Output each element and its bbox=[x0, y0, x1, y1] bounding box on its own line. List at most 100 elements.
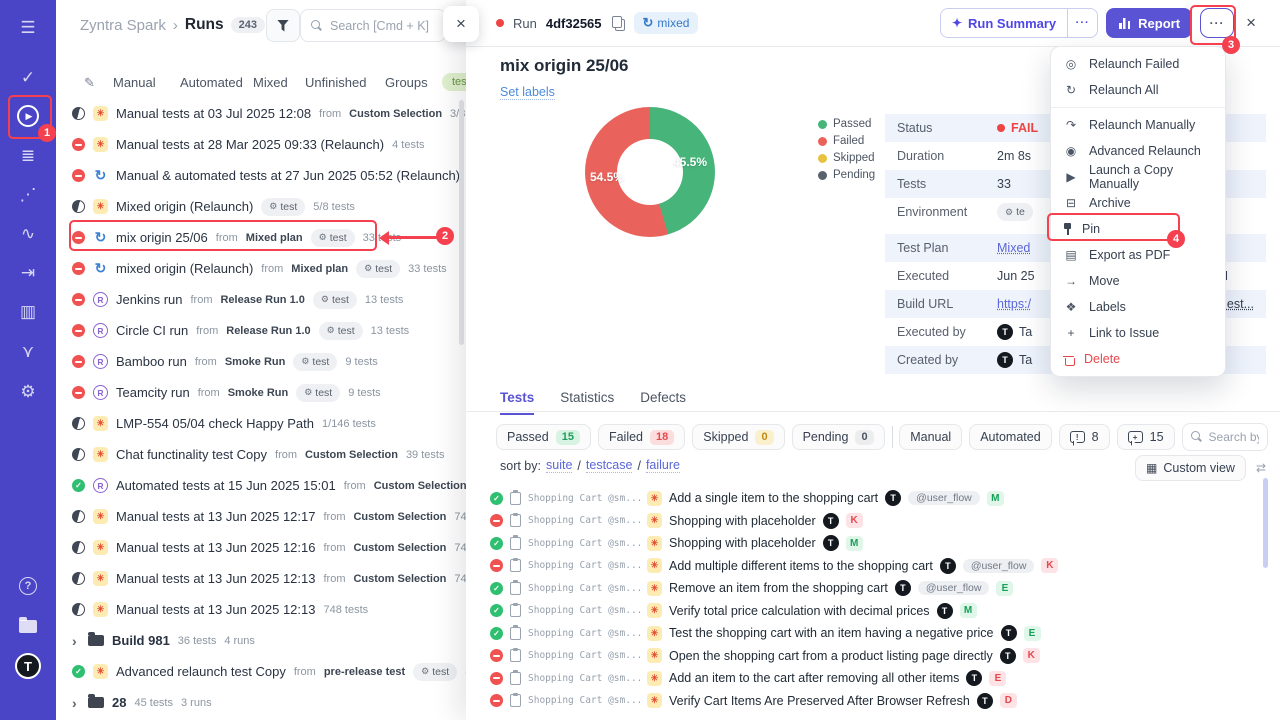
info-link[interactable]: https:/ bbox=[997, 297, 1031, 311]
menu-item-delete[interactable]: Delete bbox=[1051, 346, 1225, 372]
filter-manual[interactable]: Manual bbox=[899, 424, 962, 450]
run-row[interactable]: Circle CI runfromRelease Run 1.0test13 t… bbox=[56, 315, 476, 346]
run-row[interactable]: Advanced relaunch test Copyfrompre-relea… bbox=[56, 656, 476, 687]
filter-skipped[interactable]: Skipped0 bbox=[692, 424, 784, 450]
run-row[interactable]: Manual tests at 13 Jun 2025 12:13748 tes… bbox=[56, 594, 476, 625]
run-row[interactable]: Chat functinality test CopyfromCustom Se… bbox=[56, 439, 476, 470]
spark-icon bbox=[647, 693, 662, 708]
run-group-row[interactable]: ›2845 tests3 runs bbox=[56, 687, 476, 718]
run-row[interactable]: Jenkins runfromRelease Run 1.0test13 tes… bbox=[56, 284, 476, 315]
runs-play-icon[interactable]: ▶ bbox=[14, 102, 42, 130]
run-row[interactable]: Teamcity runfromSmoke Runtest9 tests bbox=[56, 377, 476, 408]
test-row[interactable]: Shopping Cart @sm...Add a single item to… bbox=[466, 487, 1266, 510]
run-row[interactable]: LMP-554 05/04 check Happy Path1/146 test… bbox=[56, 408, 476, 439]
menu-item-advanced-relaunch[interactable]: ◉Advanced Relaunch bbox=[1051, 138, 1225, 164]
filter-failed[interactable]: Failed18 bbox=[598, 424, 685, 450]
runs-search-input[interactable] bbox=[330, 19, 435, 33]
close-detail-icon[interactable]: × bbox=[1246, 13, 1256, 33]
projects-folder-icon[interactable] bbox=[14, 612, 42, 640]
custom-view-button[interactable]: ▦ Custom view bbox=[1135, 455, 1246, 481]
test-row[interactable]: Shopping Cart @sm...Verify total price c… bbox=[466, 600, 1266, 623]
menu-item-export-as-pdf[interactable]: ▤Export as PDF bbox=[1051, 242, 1225, 268]
runs-tab-mixed[interactable]: Mixed bbox=[253, 75, 288, 90]
check-icon[interactable]: ✓ bbox=[14, 64, 42, 92]
run-row[interactable]: Mixed origin (Relaunch)test5/8 tests bbox=[56, 191, 476, 222]
run-title: mixed origin (Relaunch) bbox=[116, 261, 253, 276]
runs-tab-automated[interactable]: Automated bbox=[180, 75, 243, 90]
runs-tab-unfinished[interactable]: Unfinished bbox=[305, 75, 366, 90]
info-value-end[interactable]: est... bbox=[1227, 297, 1254, 311]
menu-item-move[interactable]: →Move bbox=[1051, 268, 1225, 294]
checklist-icon[interactable]: ≣ bbox=[14, 142, 42, 170]
sort-link-failure[interactable]: failure bbox=[646, 458, 680, 473]
pulse-icon[interactable]: ∿ bbox=[14, 220, 42, 248]
status-passed-icon bbox=[490, 627, 503, 640]
filter-automated[interactable]: Automated bbox=[969, 424, 1051, 450]
test-row[interactable]: Shopping Cart @sm...Shopping with placeh… bbox=[466, 532, 1266, 555]
menu-item-labels[interactable]: ❖Labels bbox=[1051, 294, 1225, 320]
run-row[interactable]: Manual tests at 13 Jun 2025 12:13fromCus… bbox=[56, 563, 476, 594]
runs-scrollbar[interactable] bbox=[459, 100, 464, 345]
report-button[interactable]: Report bbox=[1106, 8, 1192, 38]
menu-item-relaunch-failed[interactable]: ◎Relaunch Failed bbox=[1051, 51, 1225, 77]
test-row[interactable]: Shopping Cart @sm...Test the shopping ca… bbox=[466, 622, 1266, 645]
test-row[interactable]: Shopping Cart @sm...Verify Cart Items Ar… bbox=[466, 690, 1266, 713]
run-row[interactable]: Manual tests at 13 Jun 2025 12:16fromCus… bbox=[56, 532, 476, 563]
run-row[interactable]: Manual tests at 03 Jul 2025 12:08fromCus… bbox=[56, 98, 476, 129]
filter-comment-plus[interactable]: +15 bbox=[1117, 424, 1175, 450]
branch-icon[interactable]: ⋎ bbox=[14, 338, 42, 366]
settings-gear-icon[interactable]: ⚙ bbox=[14, 378, 42, 406]
run-row[interactable]: Manual & automated tests at 27 Jun 2025 … bbox=[56, 160, 476, 191]
legend-dot-icon bbox=[818, 154, 827, 163]
filter-passed[interactable]: Passed15 bbox=[496, 424, 591, 450]
menu-item-relaunch-manually[interactable]: ↷Relaunch Manually bbox=[1051, 112, 1225, 138]
edit-icon[interactable]: ✎ bbox=[84, 75, 95, 91]
tests-scrollbar[interactable] bbox=[1263, 478, 1268, 568]
help-icon[interactable]: ? bbox=[14, 572, 42, 600]
from-label: from bbox=[195, 356, 217, 368]
menu-item-link-to-issue[interactable]: +Link to Issue bbox=[1051, 320, 1225, 346]
breadcrumb-project[interactable]: Zyntra Spark bbox=[80, 17, 166, 34]
run-row[interactable]: Manual tests at 13 Jun 2025 12:17fromCus… bbox=[56, 501, 476, 532]
run-row[interactable]: mixed origin (Relaunch)fromMixed plantes… bbox=[56, 253, 476, 284]
sliders-icon[interactable]: ⇄ bbox=[1256, 461, 1266, 475]
runs-tab-groups[interactable]: Groups bbox=[385, 75, 428, 90]
test-row[interactable]: Shopping Cart @sm...Remove an item from … bbox=[466, 577, 1266, 600]
runs-tab-manual[interactable]: Manual bbox=[113, 75, 156, 90]
test-row[interactable]: Shopping Cart @sm...Open the shopping ca… bbox=[466, 645, 1266, 668]
steps-icon[interactable]: ⋰ bbox=[14, 181, 42, 209]
run-row[interactable]: Manual tests at 28 Mar 2025 09:33 (Relau… bbox=[56, 129, 476, 160]
sort-link-testcase[interactable]: testcase bbox=[586, 458, 633, 473]
filter-comment-alert[interactable]: !8 bbox=[1059, 424, 1110, 450]
info-value: https:/ bbox=[997, 297, 1031, 311]
test-row[interactable]: Shopping Cart @sm...Shopping with placeh… bbox=[466, 510, 1266, 533]
sort-link-suite[interactable]: suite bbox=[546, 458, 572, 473]
run-row[interactable]: Automated tests at 15 Jun 2025 15:01from… bbox=[56, 470, 476, 501]
info-link[interactable]: Mixed bbox=[997, 241, 1030, 255]
menu-item-relaunch-all[interactable]: ↻Relaunch All bbox=[1051, 77, 1225, 103]
filter-button[interactable] bbox=[266, 9, 300, 42]
workspace-avatar[interactable]: T bbox=[14, 652, 42, 680]
run-group-row[interactable]: ›Build 98136 tests4 runs bbox=[56, 625, 476, 656]
menu-item-launch-a-copy-manually[interactable]: ▶Launch a Copy Manually bbox=[1051, 164, 1225, 190]
menu-item-label: Move bbox=[1089, 274, 1120, 288]
copy-icon[interactable] bbox=[613, 17, 623, 29]
menu-item-archive[interactable]: ⊟Archive bbox=[1051, 190, 1225, 216]
legend-label: Passed bbox=[833, 118, 871, 130]
import-icon[interactable]: ⇥ bbox=[14, 259, 42, 287]
filter-pending[interactable]: Pending0 bbox=[792, 424, 885, 450]
run-row[interactable]: Bamboo runfromSmoke Runtest9 tests bbox=[56, 346, 476, 377]
menu-item-pin[interactable]: Pin bbox=[1051, 216, 1225, 242]
run-summary-more-button[interactable]: ··· bbox=[1067, 9, 1097, 37]
run-title: mix origin 25/06 bbox=[500, 56, 629, 76]
test-row[interactable]: Shopping Cart @sm...Add multiple differe… bbox=[466, 555, 1266, 578]
close-panel-button[interactable]: × bbox=[443, 6, 479, 42]
overflow-menu-button[interactable]: ··· bbox=[1200, 8, 1234, 38]
assignee-avatar: T bbox=[823, 535, 839, 551]
run-summary-button[interactable]: ✦Run Summary bbox=[941, 9, 1067, 37]
tests-search-input[interactable] bbox=[1209, 430, 1259, 444]
set-labels-link[interactable]: Set labels bbox=[500, 85, 555, 100]
test-row[interactable]: Shopping Cart @sm...Add an item to the c… bbox=[466, 667, 1266, 690]
analytics-icon[interactable]: ▥ bbox=[14, 298, 42, 326]
menu-icon[interactable]: ☰ bbox=[14, 14, 42, 42]
